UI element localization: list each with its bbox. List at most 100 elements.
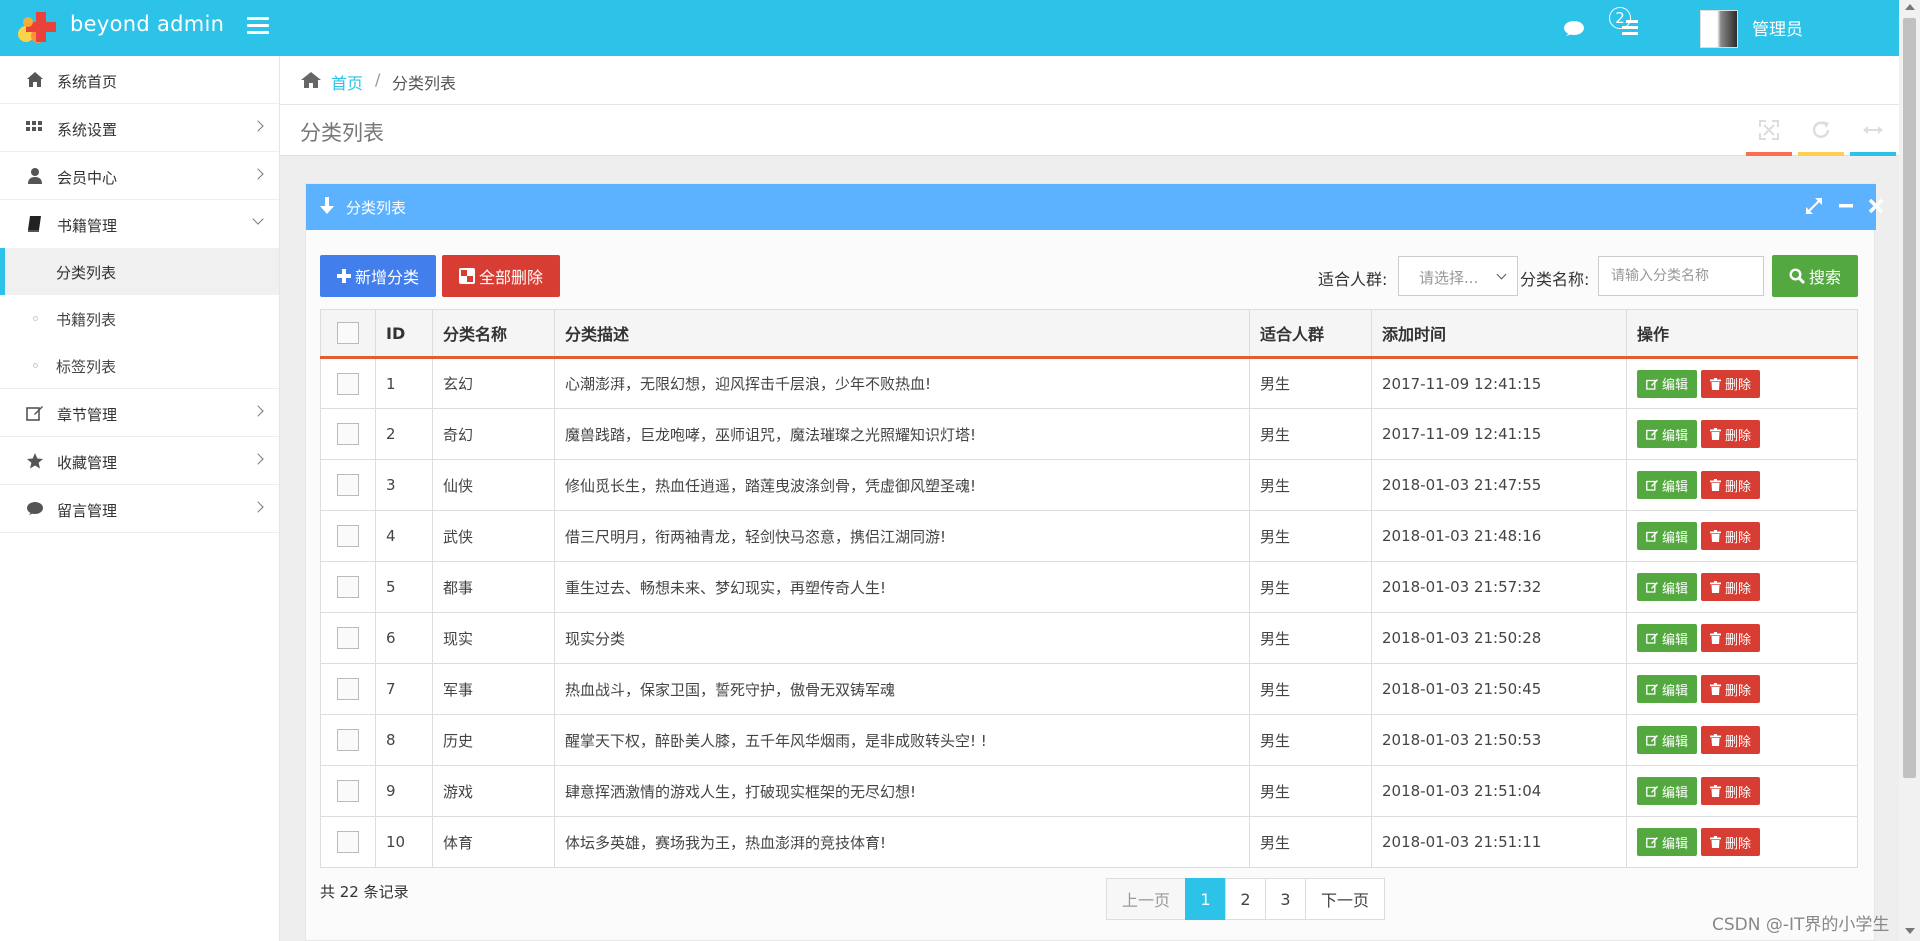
edit-button[interactable]: 编辑 (1637, 522, 1698, 550)
tasks-icon[interactable] (1608, 8, 1642, 42)
cell-name: 体育 (432, 816, 555, 868)
sidebar-item-books[interactable]: 书籍管理 (0, 200, 279, 248)
delete-button[interactable]: 删除 (1701, 369, 1761, 398)
pagination-next[interactable]: 下一页 (1305, 878, 1385, 920)
refresh-icon (1812, 121, 1830, 138)
row-select-cell (320, 459, 376, 511)
fullscreen-button[interactable] (1746, 105, 1792, 156)
cell-actions: 编辑 删除 (1626, 816, 1858, 868)
pagination-page-1[interactable]: 1 (1185, 878, 1226, 920)
sidebar-item-messages[interactable]: 留言管理 (0, 485, 279, 533)
row-checkbox[interactable] (337, 474, 359, 496)
delete-button[interactable]: 删除 (1701, 573, 1761, 601)
row-checkbox[interactable] (337, 780, 359, 802)
pagination-prev[interactable]: 上一页 (1106, 878, 1186, 920)
avatar[interactable] (1700, 10, 1738, 48)
scroll-thumb[interactable] (1903, 18, 1916, 778)
trash-icon (1710, 581, 1722, 593)
row-select-cell (320, 408, 376, 460)
breadcrumb-home-link[interactable]: 首页 (331, 70, 363, 94)
category-widget: 分类列表 新增分类 全部删除 适合人群: 请选择... 分类名称: 搜索 (305, 183, 1884, 941)
cell-description: 借三尺明月，衔两袖青龙，轻剑快马恣意，携侣江湖同游! (554, 510, 1250, 562)
row-checkbox[interactable] (337, 372, 359, 395)
collapse-sidebar-button[interactable] (1850, 105, 1896, 156)
sidebar-item-chapters[interactable]: 章节管理 (0, 389, 279, 437)
sidebar-item-home[interactable]: 系统首页 (0, 56, 279, 104)
menu-toggle-icon[interactable] (247, 17, 269, 37)
table-header-row: ID 分类名称 分类描述 适合人群 添加时间 操作 (320, 309, 1858, 359)
edit-button[interactable]: 编辑 (1637, 420, 1698, 448)
cell-description: 魔兽践踏，巨龙咆哮，巫师诅咒，魔法璀璨之光照耀知识灯塔! (554, 408, 1250, 460)
sidebar-subitem-book-list[interactable]: 书籍列表 (0, 295, 279, 342)
delete-button[interactable]: 删除 (1701, 828, 1761, 856)
plus-icon (336, 269, 351, 283)
scroll-down-icon[interactable] (1905, 928, 1915, 934)
maximize-icon[interactable] (1804, 196, 1824, 216)
delete-button[interactable]: 删除 (1701, 522, 1761, 550)
pagination-page-2[interactable]: 2 (1225, 878, 1266, 920)
delete-button[interactable]: 删除 (1701, 726, 1761, 754)
edit-button[interactable]: 编辑 (1637, 573, 1698, 601)
sidebar-item-label: 系统设置 (57, 121, 118, 139)
cell-name: 现实 (432, 612, 555, 664)
close-icon[interactable] (1866, 196, 1886, 216)
cell-audience: 男生 (1249, 459, 1372, 511)
top-navbar: beyond admin 2 管理员 (0, 0, 1899, 56)
column-header-description[interactable]: 分类描述 (554, 309, 1250, 359)
sidebar-subitem-category-list[interactable]: 分类列表 (0, 248, 279, 295)
cell-id: 6 (375, 612, 433, 664)
row-checkbox[interactable] (337, 627, 359, 649)
minimize-icon[interactable] (1836, 196, 1856, 216)
search-button[interactable]: 搜索 (1772, 255, 1858, 297)
row-checkbox[interactable] (337, 729, 359, 751)
cell-description: 醒掌天下权，醉卧美人膝，五千年风华烟雨，是非成败转头空! ! (554, 714, 1250, 766)
delete-button[interactable]: 删除 (1701, 624, 1761, 652)
edit-button[interactable]: 编辑 (1637, 369, 1698, 398)
edit-button[interactable]: 编辑 (1637, 777, 1698, 805)
cell-time: 2018-01-03 21:51:11 (1371, 816, 1627, 868)
row-checkbox[interactable] (337, 423, 359, 445)
breadcrumb-separator: / (375, 70, 381, 89)
delete-button[interactable]: 删除 (1701, 420, 1761, 448)
edit-button[interactable]: 编辑 (1637, 675, 1698, 703)
audience-select[interactable]: 请选择... (1398, 256, 1518, 296)
column-header-name[interactable]: 分类名称 (432, 309, 555, 359)
edit-button[interactable]: 编辑 (1637, 624, 1698, 652)
chevron-right-icon (252, 453, 264, 465)
category-name-input[interactable] (1598, 256, 1764, 296)
scroll-up-icon[interactable] (1905, 4, 1915, 10)
row-checkbox[interactable] (337, 525, 359, 547)
edit-button[interactable]: 编辑 (1637, 828, 1698, 856)
select-all-checkbox[interactable] (337, 322, 359, 344)
cell-audience: 男生 (1249, 561, 1372, 613)
sidebar-subitem-tag-list[interactable]: 标签列表 (0, 342, 279, 389)
add-category-button[interactable]: 新增分类 (320, 255, 436, 297)
trash-icon (1710, 683, 1722, 695)
pagination-page-3[interactable]: 3 (1265, 878, 1306, 920)
chat-icon[interactable] (1563, 19, 1585, 39)
sidebar-item-favorites[interactable]: 收藏管理 (0, 437, 279, 485)
edit-icon (1646, 684, 1658, 695)
delete-button[interactable]: 删除 (1701, 777, 1761, 805)
table-row: 3 仙侠 修仙觅长生，热血任逍遥，踏莲曳波涤剑骨，凭虚御风塑圣魂! 男生 2018-01… (320, 459, 1858, 511)
sidebar-item-settings[interactable]: 系统设置 (0, 104, 279, 152)
delete-button[interactable]: 删除 (1701, 675, 1761, 703)
delete-all-button[interactable]: 全部删除 (442, 255, 560, 297)
audience-filter-label: 适合人群: (1318, 270, 1388, 289)
row-select-cell (320, 816, 376, 868)
page-scrollbar[interactable] (1899, 0, 1920, 941)
column-header-id[interactable]: ID (375, 309, 433, 359)
delete-button[interactable]: 删除 (1701, 471, 1761, 499)
refresh-button[interactable] (1798, 105, 1844, 156)
column-header-audience[interactable]: 适合人群 (1249, 309, 1372, 359)
edit-button[interactable]: 编辑 (1637, 471, 1698, 499)
trash-icon (1710, 479, 1722, 491)
sidebar-item-members[interactable]: 会员中心 (0, 152, 279, 200)
row-checkbox[interactable] (337, 678, 359, 700)
column-header-time[interactable]: 添加时间 (1371, 309, 1627, 359)
row-checkbox[interactable] (337, 831, 359, 853)
user-name[interactable]: 管理员 (1752, 15, 1803, 40)
trash-icon (1710, 785, 1722, 797)
row-checkbox[interactable] (337, 576, 359, 598)
edit-button[interactable]: 编辑 (1637, 726, 1698, 754)
